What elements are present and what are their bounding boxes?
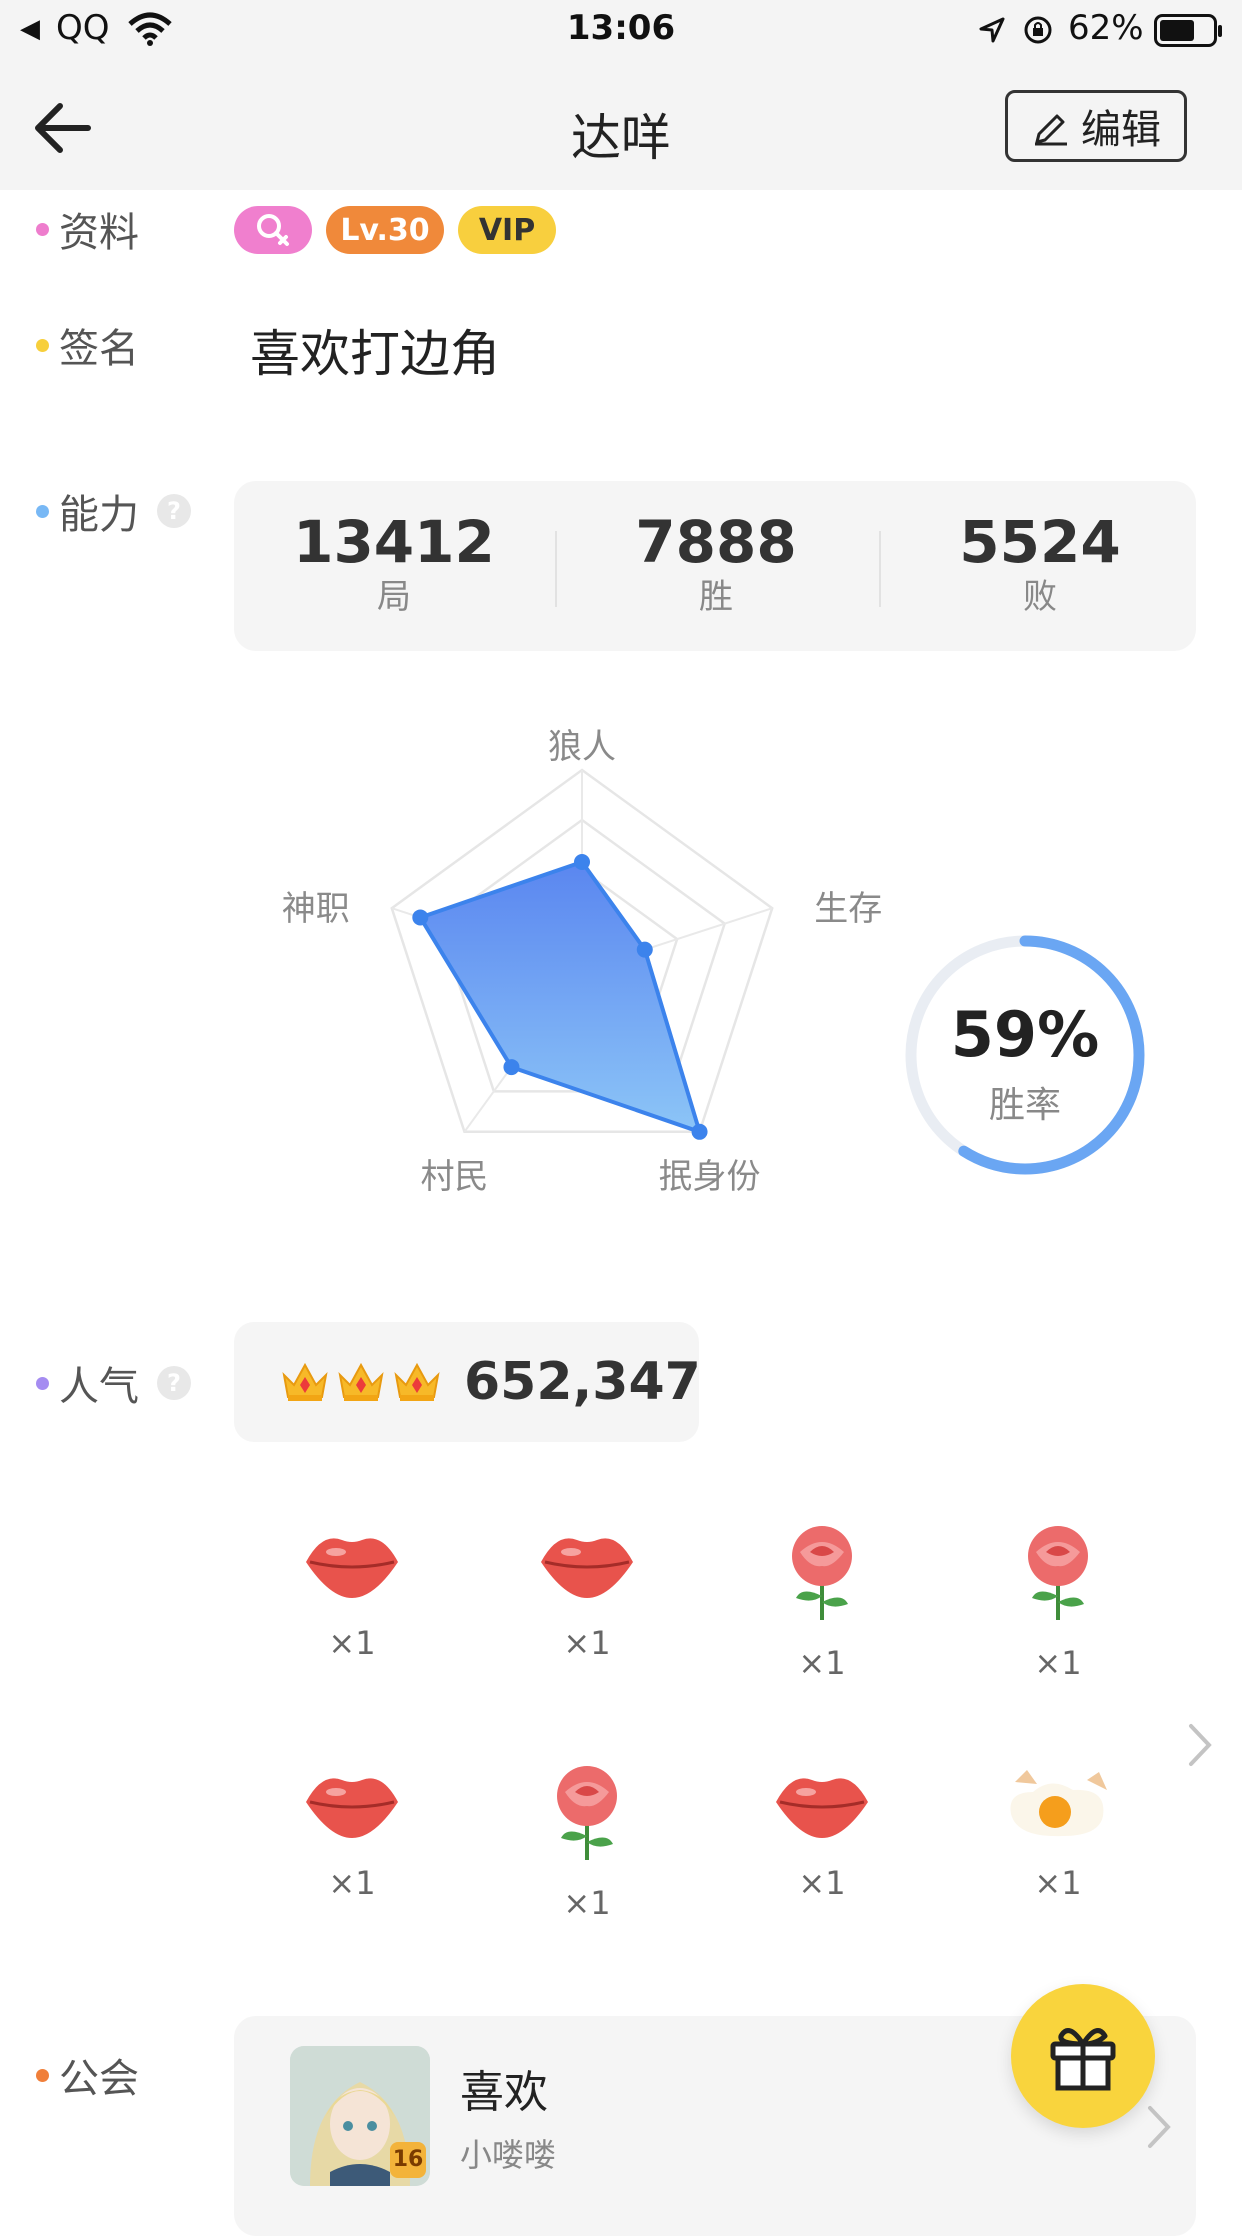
crown-icon — [338, 1362, 384, 1401]
guild-avatar: 16 — [290, 2046, 430, 2186]
edit-button-label: 编辑 — [1081, 107, 1161, 153]
gift-item[interactable]: ×1 — [752, 1762, 892, 1902]
games-label: 局 — [377, 577, 411, 617]
clock: 13:06 — [566, 8, 676, 48]
wins-stat: 7888 胜 — [556, 509, 876, 619]
gift-count: ×1 — [798, 1864, 846, 1902]
guild-name: 喜欢 — [460, 2067, 548, 2118]
gift-item[interactable]: ×1 — [282, 1522, 422, 1662]
win-rate-label: 胜率 — [988, 1085, 1061, 1126]
popularity-help-icon[interactable]: ? — [157, 1366, 191, 1400]
gift-count: ×1 — [328, 1864, 376, 1902]
guild-label: 公会 — [59, 2056, 139, 2102]
gift-count: ×1 — [798, 1644, 846, 1682]
losses-count: 5524 — [959, 508, 1121, 576]
edit-button[interactable]: 编辑 — [1005, 90, 1187, 162]
popularity-value: 652,347 — [464, 1352, 701, 1412]
lips-icon — [306, 1778, 398, 1838]
pencil-icon — [1035, 114, 1067, 146]
gift-count: ×1 — [563, 1884, 611, 1922]
orange-dot-icon — [36, 2068, 49, 2082]
battery-percent: 62% — [1068, 8, 1144, 48]
games-count: 13412 — [293, 508, 495, 576]
wins-count: 7888 — [635, 508, 797, 576]
lips-icon — [776, 1778, 868, 1838]
profile-badges: Lv.30 VIP — [234, 206, 556, 254]
crowns — [280, 1361, 442, 1403]
rose-icon — [557, 1766, 617, 1860]
popularity-label: 人气 — [59, 1364, 139, 1410]
egg-icon — [1010, 1770, 1107, 1837]
radar-axis-label: 村民 — [420, 1157, 488, 1197]
radar-point — [691, 1123, 708, 1140]
signature-label: 签名 — [59, 326, 139, 372]
gift-count: ×1 — [563, 1624, 611, 1662]
female-icon — [257, 214, 289, 246]
losses-label: 败 — [1023, 577, 1057, 617]
profile-label: 资料 — [59, 210, 139, 256]
lips-icon — [541, 1538, 633, 1598]
signature-text: 喜欢打边角 — [250, 325, 500, 383]
gift-item[interactable]: ×1 — [988, 1522, 1128, 1682]
guild-chevron-icon — [1148, 2106, 1171, 2148]
ability-help-icon[interactable]: ? — [157, 494, 191, 528]
games-stat: 13412 局 — [234, 509, 554, 619]
vip-badge: VIP — [458, 206, 556, 254]
crown-icon — [282, 1362, 328, 1401]
radar-point — [412, 909, 429, 926]
gift-count: ×1 — [1034, 1864, 1082, 1902]
wins-label: 胜 — [699, 577, 733, 617]
gifts-more-chevron-icon[interactable] — [1185, 1720, 1215, 1770]
signature-row-label: 签名 — [36, 316, 139, 374]
radar-axis-label: 狼人 — [548, 727, 616, 767]
radar-axis-label: 神职 — [282, 889, 350, 929]
status-bar: ◀ QQ 13:06 62% — [0, 0, 1242, 62]
popularity-card: 652,347 — [234, 1322, 701, 1442]
gift-count: ×1 — [328, 1624, 376, 1662]
yellow-dot-icon — [36, 338, 49, 352]
purple-dot-icon — [36, 1376, 49, 1390]
rose-icon — [1028, 1526, 1088, 1620]
losses-stat: 5524 败 — [880, 509, 1200, 619]
send-gift-button[interactable] — [1011, 1984, 1155, 2128]
rotation-lock-icon — [1024, 16, 1052, 44]
lips-icon — [306, 1538, 398, 1598]
radar-axis-label: 生存 — [814, 889, 882, 929]
gift-item[interactable]: ×1 — [752, 1522, 892, 1682]
ability-row-label: 能力 ? — [36, 482, 191, 540]
gift-box-icon — [1050, 2028, 1116, 2091]
gift-item[interactable]: ×1 — [517, 1522, 657, 1662]
ability-label: 能力 — [59, 492, 139, 538]
gift-item[interactable]: ×1 — [517, 1762, 657, 1922]
gift-item[interactable]: ×1 — [988, 1762, 1128, 1902]
ability-radar-chart: 狼人生存抿身份 村民 神职 — [282, 727, 882, 1197]
avatar-level-badge: 16 — [390, 2142, 426, 2178]
radar-point — [503, 1059, 520, 1076]
gender-badge — [234, 206, 312, 254]
nav-bar: 达咩 编辑 — [0, 62, 1242, 190]
crown-icon — [394, 1362, 440, 1401]
radar-point — [636, 941, 653, 958]
gift-count: ×1 — [1034, 1644, 1082, 1682]
pink-dot-icon — [36, 222, 49, 236]
gift-item[interactable]: ×1 — [282, 1762, 422, 1902]
location-icon — [979, 17, 1005, 43]
guild-row-label: 公会 — [36, 2046, 139, 2104]
radar-point — [574, 854, 590, 870]
rose-icon — [792, 1526, 852, 1620]
blue-dot-icon — [36, 504, 49, 518]
radar-axis-label: 抿身份 — [659, 1157, 761, 1197]
level-badge: Lv.30 — [326, 206, 444, 254]
popularity-row-label: 人气 ? — [36, 1354, 191, 1412]
ability-stats-card: 13412 局 7888 胜 5524 败 — [234, 481, 1196, 651]
profile-row-label: 资料 — [36, 200, 139, 258]
battery-icon — [1154, 14, 1222, 47]
guild-role: 小喽喽 — [460, 2136, 557, 2174]
win-rate-value: 59% — [950, 998, 1100, 1071]
